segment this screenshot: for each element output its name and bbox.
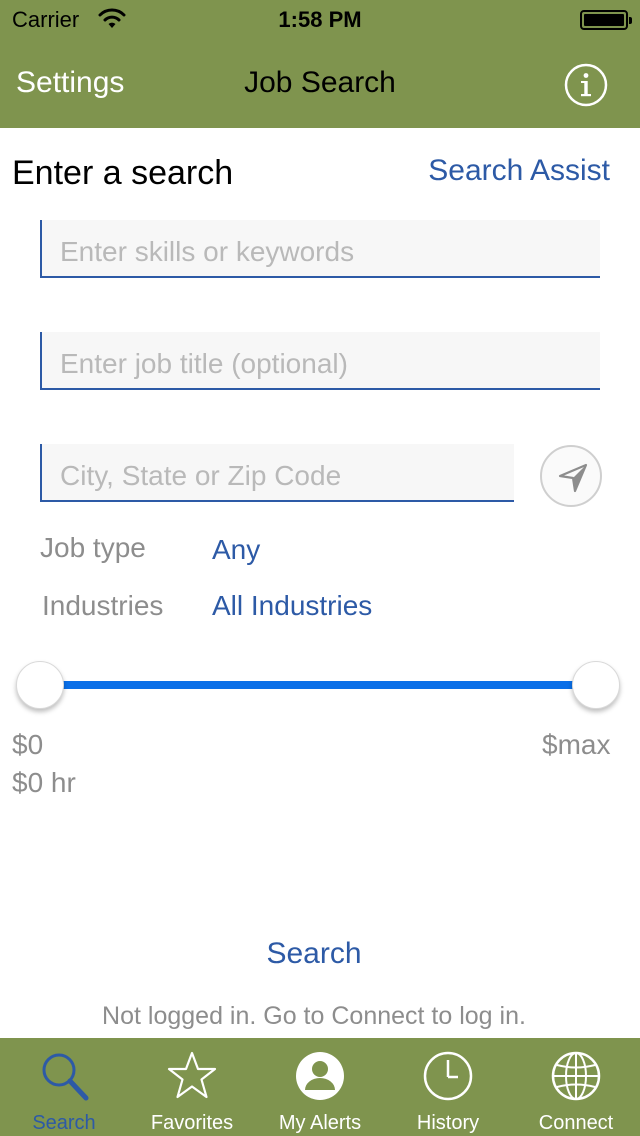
- keywords-field[interactable]: [40, 220, 600, 278]
- info-icon[interactable]: [564, 63, 608, 107]
- keywords-input[interactable]: [42, 220, 600, 276]
- status-bar: Carrier 1:58 PM: [0, 0, 640, 40]
- search-icon: [38, 1050, 90, 1102]
- location-arrow-icon: [558, 463, 588, 493]
- star-icon: [166, 1050, 218, 1102]
- tab-history[interactable]: History: [384, 1038, 512, 1136]
- login-status-text: Not logged in. Go to Connect to log in.: [102, 1002, 526, 1030]
- tab-my-alerts-label: My Alerts: [278, 1112, 362, 1134]
- salary-min-hourly-label: $0 hr: [12, 767, 76, 798]
- location-input[interactable]: [42, 444, 514, 500]
- salary-min-label: $0: [12, 729, 44, 760]
- salary-min-thumb[interactable]: [16, 661, 64, 709]
- industries-label: Industries: [42, 590, 164, 621]
- tab-search[interactable]: Search: [0, 1038, 128, 1136]
- tab-connect[interactable]: Connect: [512, 1038, 640, 1136]
- job-type-label: Job type: [40, 532, 146, 563]
- job-title-input[interactable]: [42, 332, 600, 388]
- person-icon: [294, 1050, 346, 1102]
- tab-my-alerts[interactable]: My Alerts: [256, 1038, 384, 1136]
- salary-range-track[interactable]: [40, 681, 596, 689]
- header-bar: Carrier 1:58 PM Settings Job Search: [0, 0, 640, 128]
- current-location-button[interactable]: [540, 445, 602, 507]
- battery-icon: [580, 10, 632, 30]
- salary-max-label: $max: [542, 729, 611, 760]
- tab-bar: Search Favorites My Alerts History Conne…: [0, 1038, 640, 1136]
- tab-history-label: History: [416, 1112, 480, 1134]
- industries-value[interactable]: All Industries: [212, 590, 372, 622]
- tab-favorites-label: Favorites: [150, 1112, 234, 1134]
- tab-favorites[interactable]: Favorites: [128, 1038, 256, 1136]
- tab-connect-label: Connect: [538, 1112, 614, 1134]
- job-title-field[interactable]: [40, 332, 600, 390]
- clock-time: 1:58 PM: [278, 7, 362, 32]
- job-type-value[interactable]: Any: [212, 534, 260, 566]
- section-title: Enter a search: [12, 154, 234, 192]
- salary-max-thumb[interactable]: [572, 661, 620, 709]
- clock-icon: [422, 1050, 474, 1102]
- globe-icon: [550, 1050, 602, 1102]
- location-field[interactable]: [40, 444, 514, 502]
- settings-button[interactable]: Settings: [16, 66, 124, 100]
- search-assist-link[interactable]: Search Assist: [428, 154, 610, 188]
- search-button[interactable]: Search: [0, 937, 628, 971]
- tab-search-label: Search: [32, 1112, 96, 1134]
